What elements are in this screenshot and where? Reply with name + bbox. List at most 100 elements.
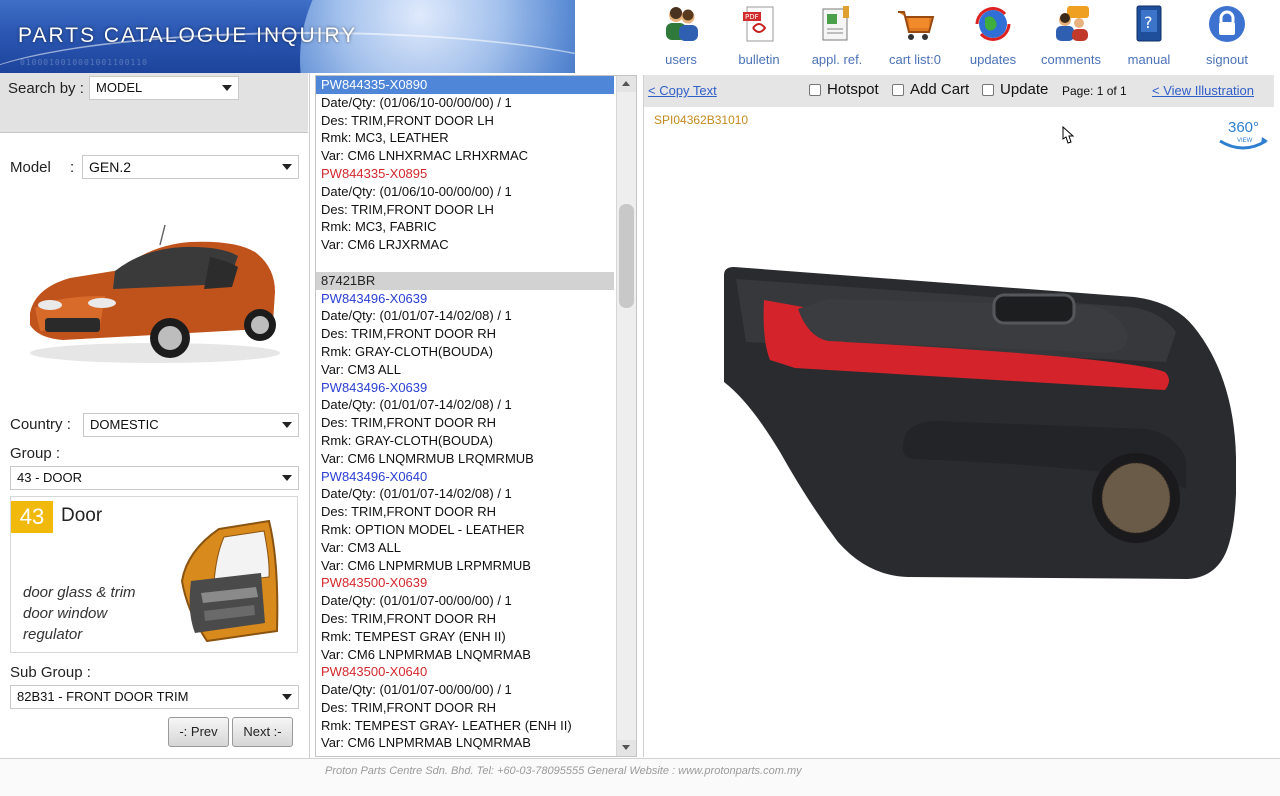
rotate-view-label: VIEW xyxy=(1237,138,1253,144)
toolbar-signout[interactable]: signout xyxy=(1188,4,1266,70)
part-detail-row: Rmk: GRAY-CLOTH(BOUDA) xyxy=(321,432,493,448)
add-cart-label: Add Cart xyxy=(910,81,970,98)
header: 0100010010001001100110 PARTS CATALOGUE I… xyxy=(0,0,1280,73)
part-number-row[interactable]: PW843496-X0639 xyxy=(316,290,614,308)
chevron-down-icon xyxy=(222,85,232,91)
hotspot-checkbox[interactable]: Hotspot xyxy=(809,81,879,98)
part-detail-row: Var: CM6 LNHXRMAC LRHXRMAC xyxy=(321,148,529,164)
chevron-down-icon xyxy=(282,694,292,700)
search-by-label: Search by : xyxy=(8,80,84,97)
main-toolbar: users PDF bulletin appl. ref. cart list:… xyxy=(642,4,1266,70)
model-select[interactable]: GEN.2 xyxy=(82,155,299,179)
part-detail-row xyxy=(316,254,614,272)
search-by-select[interactable]: MODEL xyxy=(89,76,239,100)
toolbar-users[interactable]: users xyxy=(642,4,720,70)
update-label: Update xyxy=(1000,81,1049,98)
update-checkbox[interactable]: Update xyxy=(982,81,1048,98)
parts-list-panel: PW844335-X0890 Date/Qty: (01/06/10-00/00/… xyxy=(315,75,637,757)
document-reference-icon xyxy=(817,4,857,44)
add-cart-checkbox[interactable]: Add Cart xyxy=(892,81,969,98)
subgroup-value: 82B31 - FRONT DOOR TRIM xyxy=(17,689,189,704)
part-number-row[interactable]: PW844335-X0890 xyxy=(316,76,614,94)
toolbar-updates[interactable]: updates xyxy=(954,4,1032,70)
part-detail-row: Date/Qty: (01/01/07-00/00/00) / 1 xyxy=(321,593,512,609)
scroll-down-arrow-icon[interactable] xyxy=(617,740,636,756)
toolbar-bulletin-label: bulletin xyxy=(738,52,780,67)
group-desc-line: regulator xyxy=(23,626,83,643)
part-number-row[interactable]: PW844335-X0895 xyxy=(316,165,614,183)
part-detail-row: Date/Qty: (01/01/07-14/02/08) / 1 xyxy=(321,486,512,502)
add-cart-checkbox-box[interactable] xyxy=(892,83,904,96)
chevron-down-icon xyxy=(282,475,292,481)
hotspot-checkbox-box[interactable] xyxy=(809,83,821,96)
part-detail-row: Var: CM6 LRJXRMAC xyxy=(321,237,449,253)
part-number-row[interactable]: PW843500-X0639 xyxy=(316,574,614,592)
users-icon xyxy=(661,4,701,44)
part-detail-row: Des: TRIM,FRONT DOOR RH xyxy=(321,699,497,715)
scroll-thumb[interactable] xyxy=(619,204,634,308)
part-detail-row: Rmk: TEMPEST GRAY- LEATHER (ENH II) xyxy=(321,717,572,733)
group-number-badge: 43 xyxy=(11,501,53,533)
part-detail-row: Des: TRIM,FRONT DOOR LH xyxy=(321,112,494,128)
toolbar-comments-label: comments xyxy=(1041,52,1101,67)
illustration-toolbar: < Copy Text Hotspot Add Cart Update Page… xyxy=(644,75,1274,107)
scroll-up-arrow-icon[interactable] xyxy=(617,76,636,92)
part-detail-row: Var: CM6 LNPMRMAB LNQMRMAB xyxy=(321,646,531,662)
globe-refresh-icon xyxy=(973,4,1013,44)
country-select[interactable]: DOMESTIC xyxy=(83,413,299,437)
part-detail-row: Var: CM6 LNPMRMAB LNQMRMAB xyxy=(321,735,531,751)
subgroup-label: Sub Group : xyxy=(10,664,91,681)
group-description: door glass & trim door window regulator xyxy=(23,582,136,645)
hotspot-label: Hotspot xyxy=(827,81,879,98)
prev-button[interactable]: -: Prev xyxy=(168,717,229,747)
parts-list: PW844335-X0890 Date/Qty: (01/06/10-00/00/… xyxy=(316,76,614,752)
chevron-down-icon xyxy=(282,164,292,170)
door-thumbnail-image xyxy=(179,519,291,649)
footer: Proton Parts Centre Sdn. Bhd. Tel: +60-0… xyxy=(0,758,1280,796)
toolbar-users-label: users xyxy=(665,52,697,67)
door-trim-illustration xyxy=(716,265,1237,595)
group-select[interactable]: 43 - DOOR xyxy=(10,466,299,490)
toolbar-updates-label: updates xyxy=(969,52,1017,67)
search-bar: Search by : MODEL xyxy=(0,73,308,133)
part-number-row[interactable]: PW843496-X0639 xyxy=(316,379,614,397)
parts-list-scrollbar[interactable] xyxy=(616,76,636,756)
illustration-code: SPI04362B31010 xyxy=(654,113,749,127)
model-label: Model xyxy=(10,159,51,176)
lock-icon xyxy=(1207,4,1247,44)
toolbar-signout-label: signout xyxy=(1206,52,1248,67)
toolbar-cart[interactable]: cart list:0 xyxy=(876,4,954,70)
rotate-360-button[interactable]: 360° VIEW xyxy=(1216,119,1270,155)
part-detail-row: Des: TRIM,FRONT DOOR RH xyxy=(321,326,497,342)
part-group-header[interactable]: 87421BR xyxy=(316,271,614,290)
illustration-panel: < Copy Text Hotspot Add Cart Update Page… xyxy=(643,75,1274,757)
subgroup-select[interactable]: 82B31 - FRONT DOOR TRIM xyxy=(10,685,299,709)
copy-text-link[interactable]: < Copy Text xyxy=(648,83,717,98)
toolbar-appl-ref-label: appl. ref. xyxy=(811,52,863,67)
toolbar-manual[interactable]: ? manual xyxy=(1110,4,1188,70)
mouse-pointer-icon xyxy=(1059,125,1077,151)
group-desc-line: door glass & trim xyxy=(23,584,136,601)
shopping-cart-icon xyxy=(895,4,935,44)
car-model-image xyxy=(20,213,285,373)
part-detail-row: Des: TRIM,FRONT DOOR RH xyxy=(321,415,497,431)
rotate-360-label: 360° xyxy=(1228,119,1260,136)
group-label: Group : xyxy=(10,445,61,462)
part-number-row[interactable]: PW843500-X0640 xyxy=(316,663,614,681)
toolbar-appl-ref[interactable]: appl. ref. xyxy=(798,4,876,70)
group-name: Door xyxy=(61,505,103,526)
comments-icon xyxy=(1051,4,1091,44)
view-illustration-link[interactable]: < View Illustration xyxy=(1152,83,1254,98)
toolbar-cart-label: cart list:0 xyxy=(888,52,941,67)
update-checkbox-box[interactable] xyxy=(982,83,994,96)
part-detail-row: Var: CM3 ALL xyxy=(321,361,401,377)
chevron-down-icon xyxy=(282,422,292,428)
toolbar-manual-label: manual xyxy=(1127,52,1171,67)
part-number-row[interactable]: PW843496-X0640 xyxy=(316,468,614,486)
group-desc-line: door window xyxy=(23,605,108,622)
toolbar-bulletin[interactable]: PDF bulletin xyxy=(720,4,798,70)
part-detail-row: Date/Qty: (01/06/10-00/00/00) / 1 xyxy=(321,94,512,110)
catalogue-banner: 0100010010001001100110 PARTS CATALOGUE I… xyxy=(0,0,575,73)
next-button[interactable]: Next :- xyxy=(232,717,293,747)
toolbar-comments[interactable]: comments xyxy=(1032,4,1110,70)
